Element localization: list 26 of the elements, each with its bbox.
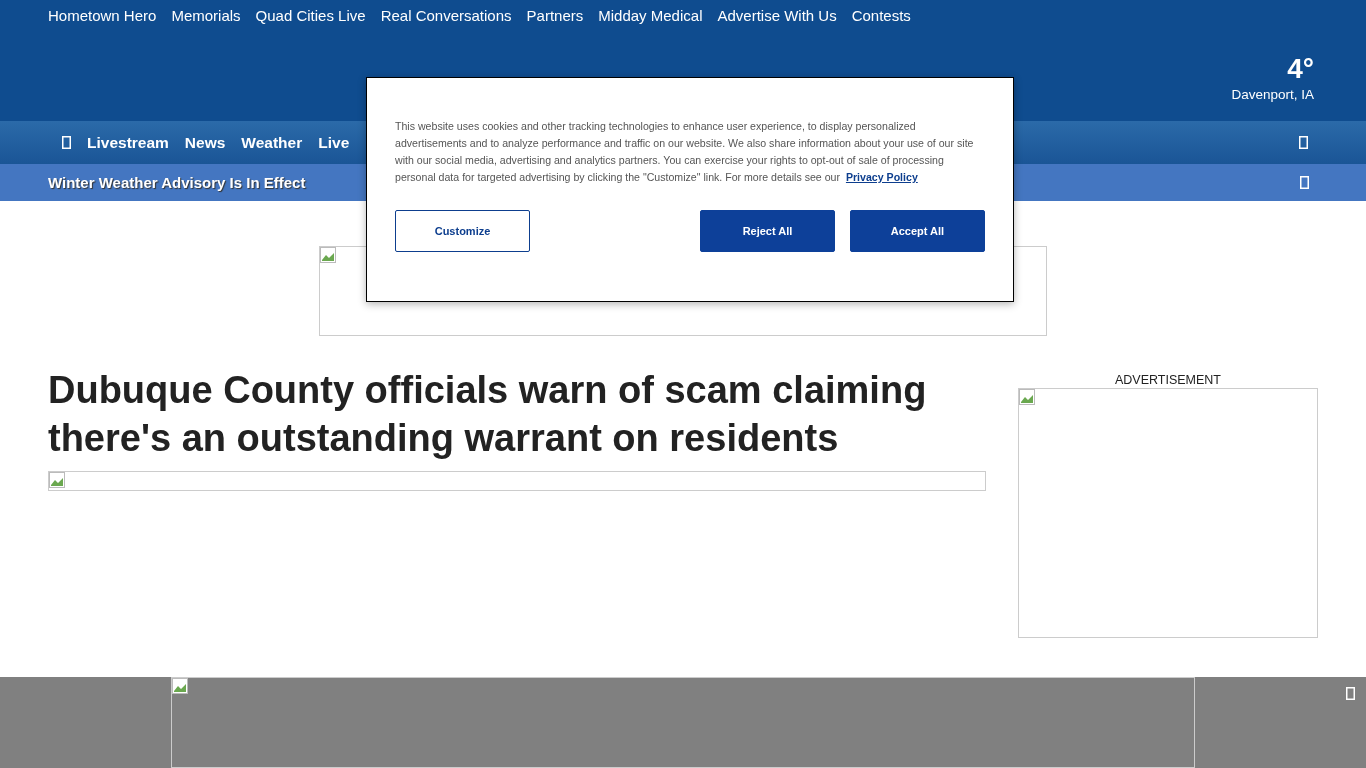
temperature: 4° — [1287, 52, 1314, 86]
cookie-button[interactable]: Customize — [395, 210, 530, 252]
privacy-policy-link[interactable]: Privacy Policy — [845, 171, 918, 183]
top-nav-link[interactable]: Contests — [851, 6, 911, 26]
main-nav-link[interactable]: Live — [318, 133, 350, 152]
main-nav-link[interactable]: Weather — [241, 133, 303, 152]
top-nav-link[interactable]: Midday Medical — [598, 6, 703, 26]
weather-location: Davenport, IA — [1231, 86, 1314, 104]
ad-label: ADVERTISEMENT — [1114, 372, 1221, 388]
cookie-button[interactable]: Reject All — [700, 210, 835, 252]
top-nav-link[interactable]: Hometown Hero — [48, 6, 157, 26]
top-nav-link[interactable]: Real Conversations — [380, 6, 512, 26]
top-nav-link[interactable]: Quad Cities Live — [255, 6, 366, 26]
broken-image-icon — [172, 678, 188, 694]
main-nav-link[interactable]: News — [184, 133, 226, 152]
top-nav-link[interactable]: Partners — [526, 6, 584, 26]
cookie-button[interactable]: Accept All — [850, 210, 985, 252]
cookie-notice-text: This website uses cookies and other tracking technologies to enhance user experience, to display personalized advertisements and to analyze performance and traffic on our website. We also share information about your use of our site with our social media, advertising and analytics partners. You can exercise your rights to opt-out of sale of processing personal data for targeted advertising by clicking the "Customize" link. For more details see our Privacy Policy — [395, 119, 975, 185]
top-nav-link[interactable]: Memorials — [171, 6, 241, 26]
broken-image-icon — [1019, 389, 1035, 405]
main-nav-link[interactable]: Livestream — [87, 133, 169, 152]
article-headline: Dubuque County officials warn of scam claiming there's an outstanding warrant on residents — [48, 368, 928, 461]
broken-image-icon — [320, 247, 336, 263]
alert-link[interactable]: Winter Weather Advisory Is In Effect — [48, 174, 306, 191]
top-nav-link[interactable]: Advertise With Us — [717, 6, 837, 26]
broken-image-icon — [49, 472, 65, 488]
